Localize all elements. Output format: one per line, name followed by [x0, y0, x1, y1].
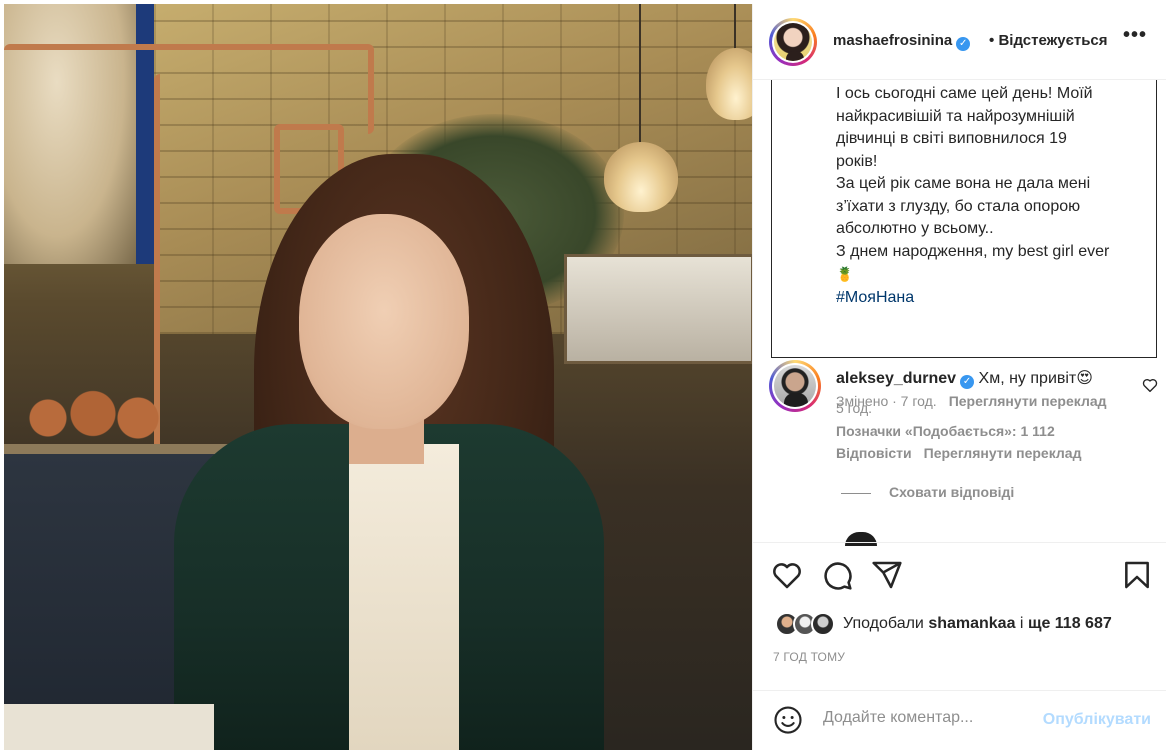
post-photo[interactable]	[4, 4, 752, 750]
commenter-avatar[interactable]	[769, 360, 821, 412]
comment-likes[interactable]: Позначки «Подобається»: 1 112	[836, 423, 1055, 439]
caption-line: абсолютно у всьому..	[836, 220, 994, 237]
more-options-icon[interactable]: •••	[1123, 24, 1147, 47]
verified-badge-icon: ✓	[956, 37, 971, 51]
caption-line: з’їхати з глузду, бо стала опорою	[836, 197, 1081, 215]
liker-username[interactable]: shamankaa	[928, 615, 1015, 632]
paper-plane-icon[interactable]	[871, 559, 903, 591]
pendant-lamp	[706, 48, 752, 120]
publish-button[interactable]: Опублікувати	[1043, 711, 1151, 729]
caption-line: років!	[836, 152, 878, 170]
caption-block: І ось сьогодні саме цей день! Моїй найкр…	[771, 80, 1157, 409]
tiled-arch	[4, 4, 154, 264]
caption-line: дівчинці в світі виповнилося 19	[836, 130, 1067, 147]
post-timestamp[interactable]: 7 ГОД ТОМУ	[773, 650, 845, 664]
divider-line	[841, 492, 871, 494]
likes-count[interactable]: ще 118 687	[1028, 615, 1112, 632]
add-comment-bar: Опублікувати	[753, 690, 1166, 750]
caption-line: За цей рік саме вона не дала мені	[836, 175, 1091, 192]
likes-text[interactable]: Уподобали shamankaa і ще 118 687	[843, 615, 1112, 633]
heart-icon[interactable]	[771, 559, 803, 591]
comment-actions: Відповісти Переглянути переклад	[836, 445, 1081, 461]
clay-pots	[18, 364, 168, 454]
liker-avatar	[811, 612, 835, 636]
pineapple-emoji-icon: 🍍	[836, 266, 854, 282]
reply-button[interactable]: Відповісти	[836, 445, 912, 461]
owner-avatar[interactable]	[769, 18, 817, 66]
caption-line: І ось сьогодні саме цей день! Моїй	[836, 85, 1093, 102]
caption-line: З днем народження, my best girl ever	[836, 242, 1110, 260]
owner-username[interactable]: mashaefrosinina ✓	[833, 32, 971, 51]
hide-replies-button[interactable]: Сховати відповіді	[841, 484, 1014, 500]
hashtag-link[interactable]: #МояНана	[836, 289, 914, 306]
caption-text: І ось сьогодні саме цей день! Моїй найкр…	[836, 83, 1150, 309]
emoji-icon[interactable]	[773, 705, 803, 735]
lamp-cord	[639, 4, 641, 149]
white-shirt	[349, 444, 459, 750]
comment-time[interactable]: 5 год.	[836, 400, 872, 416]
wall-mirror	[564, 254, 752, 364]
verified-badge-icon: ✓	[960, 375, 975, 389]
instagram-post-modal: mashaefrosinina ✓ • Відстежується ••• І о…	[0, 0, 1166, 750]
comment-text: Хм, ну привіт😍	[978, 370, 1093, 387]
comment-like-heart-icon[interactable]	[1141, 376, 1159, 394]
face	[299, 214, 469, 429]
comment-item: aleksey_durnev ✓ Хм, ну привіт😍 5 год. По…	[769, 360, 1159, 461]
comment-body: aleksey_durnev ✓ Хм, ну привіт😍	[836, 368, 1093, 389]
comment-input[interactable]	[823, 709, 1023, 727]
bookmark-icon[interactable]	[1121, 559, 1153, 591]
commenter-username[interactable]: aleksey_durnev	[836, 370, 956, 387]
table	[4, 704, 214, 750]
comment-translate-link[interactable]: Переглянути переклад	[924, 445, 1082, 461]
follow-status-button[interactable]: • Відстежується	[989, 32, 1109, 49]
caption-line: найкрасивішій та найрозумнішій	[836, 107, 1075, 125]
post-header: mashaefrosinina ✓ • Відстежується •••	[753, 4, 1166, 80]
post-sidebar: mashaefrosinina ✓ • Відстежується ••• І о…	[752, 4, 1166, 750]
likes-summary[interactable]: Уподобали shamankaa і ще 118 687	[775, 612, 1155, 638]
lamp-cord	[734, 4, 736, 54]
post-actions-bar	[753, 542, 1166, 602]
pendant-lamp	[604, 142, 678, 212]
comment-icon[interactable]	[821, 559, 853, 591]
